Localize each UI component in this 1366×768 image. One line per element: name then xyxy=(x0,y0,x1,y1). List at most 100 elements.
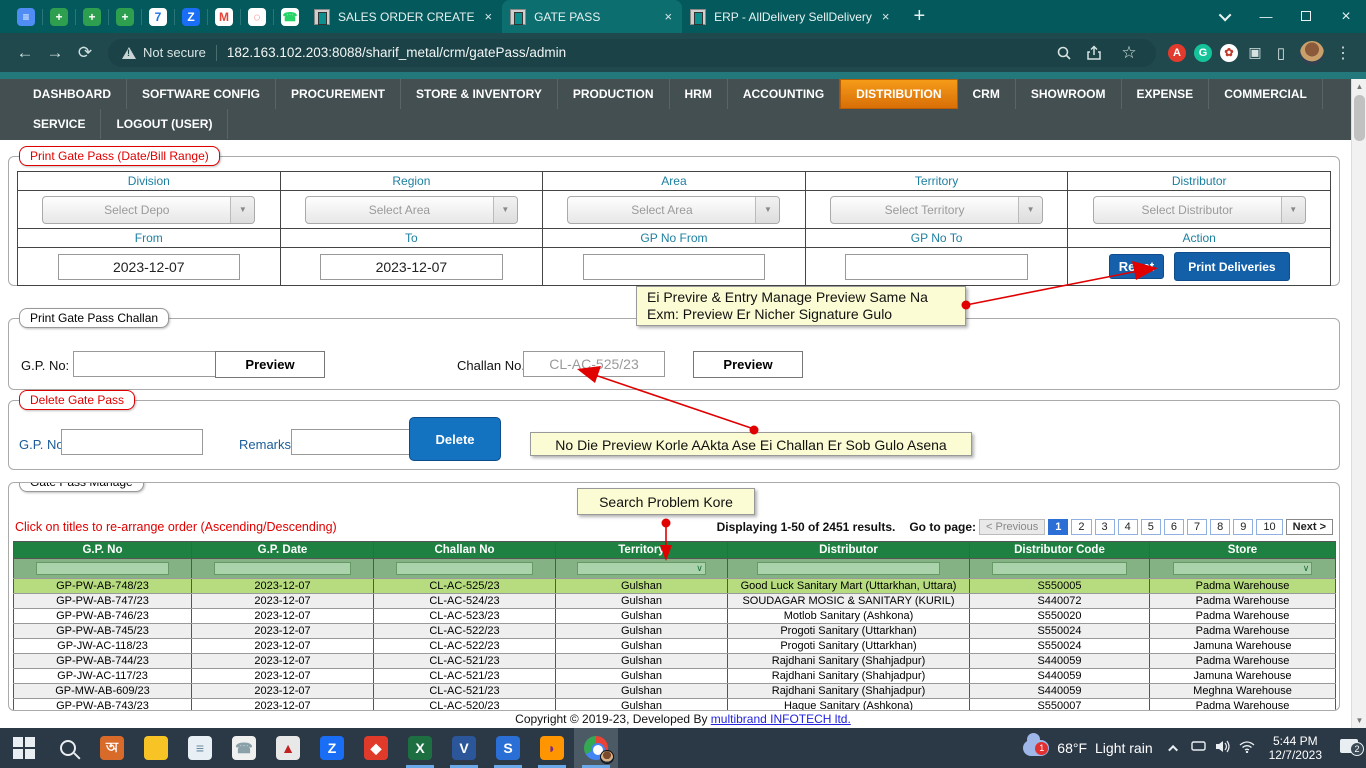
table-row[interactable]: GP-PW-AB-747/232023-12-07CL-AC-524/23Gul… xyxy=(14,594,1336,609)
menu-item-expense[interactable]: EXPENSE xyxy=(1122,79,1210,109)
table-row[interactable]: GP-PW-AB-744/232023-12-07CL-AC-521/23Gul… xyxy=(14,654,1336,669)
tray-wifi-icon[interactable] xyxy=(1235,741,1259,756)
scroll-up-arrow[interactable]: ▲ xyxy=(1352,79,1366,94)
share-icon[interactable] xyxy=(1086,45,1102,61)
column-header-challan-no[interactable]: Challan No xyxy=(374,542,556,559)
extension-red-icon[interactable]: A xyxy=(1168,44,1186,62)
address-bar[interactable]: Not secure 182.163.102.203:8088/sharif_m… xyxy=(108,39,1156,67)
table-row[interactable]: GP-PW-AB-748/232023-12-07CL-AC-525/23Gul… xyxy=(14,579,1336,594)
forward-button[interactable]: → xyxy=(40,43,70,63)
select-territory[interactable]: Select Territory▼ xyxy=(830,196,1043,224)
table-row[interactable]: GP-PW-AB-745/232023-12-07CL-AC-522/23Gul… xyxy=(14,624,1336,639)
column-header-g-p-date[interactable]: G.P. Date xyxy=(192,542,374,559)
sticky-notes-icon[interactable] xyxy=(134,728,178,768)
side-panel-icon[interactable]: ▯ xyxy=(1268,40,1294,66)
page-button-7[interactable]: 7 xyxy=(1187,519,1207,535)
calendar-icon[interactable]: 7 xyxy=(149,8,167,26)
column-filter-input[interactable] xyxy=(214,562,351,575)
profile-avatar[interactable] xyxy=(1300,41,1324,65)
whatsapp-icon[interactable]: ☎ xyxy=(281,8,299,26)
page-button-6[interactable]: 6 xyxy=(1164,519,1184,535)
menu-item-store-inventory[interactable]: STORE & INVENTORY xyxy=(401,79,558,109)
avro-keyboard-icon[interactable]: অ xyxy=(90,728,134,768)
preview-gp-button[interactable]: Preview xyxy=(215,351,325,378)
column-filter-input[interactable] xyxy=(757,562,940,575)
next-page-button[interactable]: Next > xyxy=(1286,519,1333,535)
table-row[interactable]: GP-PW-AB-743/232023-12-07CL-AC-520/23Gul… xyxy=(14,699,1336,712)
menu-item-dashboard[interactable]: DASHBOARD xyxy=(18,79,127,109)
page-button-1[interactable]: 1 xyxy=(1048,519,1068,535)
range-input-gp-no-to[interactable] xyxy=(845,254,1028,280)
tray-speaker-icon[interactable] xyxy=(1211,740,1235,756)
grammarly-icon[interactable]: G xyxy=(1194,44,1212,62)
menu-item-crm[interactable]: CRM xyxy=(958,79,1016,109)
page-button-3[interactable]: 3 xyxy=(1095,519,1115,535)
tab-search-chevron-icon[interactable] xyxy=(1206,0,1246,33)
menu-item-software-config[interactable]: SOFTWARE CONFIG xyxy=(127,79,276,109)
start-button[interactable] xyxy=(2,728,46,768)
bookmark-star-icon[interactable]: ☆ xyxy=(1116,40,1142,66)
z-app-icon[interactable]: Z xyxy=(310,728,354,768)
page-scrollbar[interactable]: ▲ ▼ xyxy=(1351,79,1366,728)
firefox-icon[interactable]: ◗ xyxy=(530,728,574,768)
menu-item-distribution[interactable]: DISTRIBUTION xyxy=(840,79,957,109)
menu-item-procurement[interactable]: PROCUREMENT xyxy=(276,79,401,109)
scroll-down-arrow[interactable]: ▼ xyxy=(1352,713,1366,728)
column-filter-input[interactable] xyxy=(992,562,1127,575)
tab-close-icon[interactable]: × xyxy=(882,9,890,24)
reset-button[interactable]: Reset xyxy=(1109,254,1164,279)
zoom-icon[interactable] xyxy=(1056,45,1072,61)
print-deliveries-button[interactable]: Print Deliveries xyxy=(1174,252,1289,281)
delete-button[interactable]: Delete xyxy=(409,417,501,461)
column-filter-input[interactable]: ∨ xyxy=(577,562,706,575)
range-input-from[interactable] xyxy=(58,254,241,280)
red-diamond-app-icon[interactable]: ◆ xyxy=(354,728,398,768)
page-button-5[interactable]: 5 xyxy=(1141,519,1161,535)
search-button[interactable] xyxy=(46,728,90,768)
page-button-8[interactable]: 8 xyxy=(1210,519,1230,535)
table-row[interactable]: GP-MW-AB-609/232023-12-07CL-AC-521/23Gul… xyxy=(14,684,1336,699)
previous-page-button[interactable]: < Previous xyxy=(979,519,1045,535)
chrome-icon[interactable] xyxy=(574,728,618,768)
notepad-icon[interactable]: ≡ xyxy=(178,728,222,768)
page-button-4[interactable]: 4 xyxy=(1118,519,1138,535)
gmail-icon[interactable]: M xyxy=(215,8,233,26)
reload-button[interactable]: ⟳ xyxy=(70,43,100,63)
browser-tab[interactable]: GATE PASS× xyxy=(502,0,682,33)
url-text[interactable]: 182.163.102.203:8088/sharif_metal/crm/ga… xyxy=(227,45,566,60)
table-row[interactable]: GP-JW-AC-117/232023-12-07CL-AC-521/23Gul… xyxy=(14,669,1336,684)
page-button-9[interactable]: 9 xyxy=(1233,519,1253,535)
tray-chevron-icon[interactable] xyxy=(1163,741,1187,755)
menu-item-service[interactable]: SERVICE xyxy=(18,109,101,139)
select-area[interactable]: Select Area▼ xyxy=(567,196,780,224)
sheets-icon[interactable]: + xyxy=(50,8,68,26)
menu-item-hrm[interactable]: HRM xyxy=(670,79,728,109)
column-filter-input[interactable] xyxy=(36,562,169,575)
browser-circle-icon[interactable]: ◌ xyxy=(248,8,266,26)
table-row[interactable]: GP-PW-AB-746/232023-12-07CL-AC-523/23Gul… xyxy=(14,609,1336,624)
menu-item-logout-user-[interactable]: LOGOUT (USER) xyxy=(101,109,228,139)
select-region[interactable]: Select Area▼ xyxy=(305,196,518,224)
column-filter-input[interactable]: ∨ xyxy=(1173,562,1313,575)
back-button[interactable]: ← xyxy=(10,43,40,63)
docs-icon[interactable]: ≡ xyxy=(17,8,35,26)
z-app-icon[interactable]: Z xyxy=(182,8,200,26)
scrollbar-thumb[interactable] xyxy=(1354,95,1365,141)
page-button-2[interactable]: 2 xyxy=(1071,519,1091,535)
security-label[interactable]: Not secure xyxy=(143,45,206,60)
visio-icon[interactable]: V xyxy=(442,728,486,768)
column-header-store[interactable]: Store xyxy=(1150,542,1336,559)
developer-link[interactable]: multibrand INFOTECH ltd. xyxy=(711,712,851,726)
weather-widget[interactable]: 1 68°F Light rain xyxy=(1013,740,1162,756)
challan-no-input[interactable] xyxy=(523,351,665,377)
sheets-icon[interactable]: + xyxy=(83,8,101,26)
excel-icon[interactable]: X xyxy=(398,728,442,768)
restore-button[interactable] xyxy=(1286,0,1326,33)
column-header-territory[interactable]: Territory xyxy=(556,542,728,559)
minimize-button[interactable]: — xyxy=(1246,0,1286,33)
menu-kebab-icon[interactable]: ⋮ xyxy=(1330,40,1356,66)
menu-item-commercial[interactable]: COMMERCIAL xyxy=(1209,79,1323,109)
tab-close-icon[interactable]: × xyxy=(484,9,492,24)
select-distributor[interactable]: Select Distributor▼ xyxy=(1093,196,1306,224)
nikosh-icon[interactable]: ▲ xyxy=(266,728,310,768)
